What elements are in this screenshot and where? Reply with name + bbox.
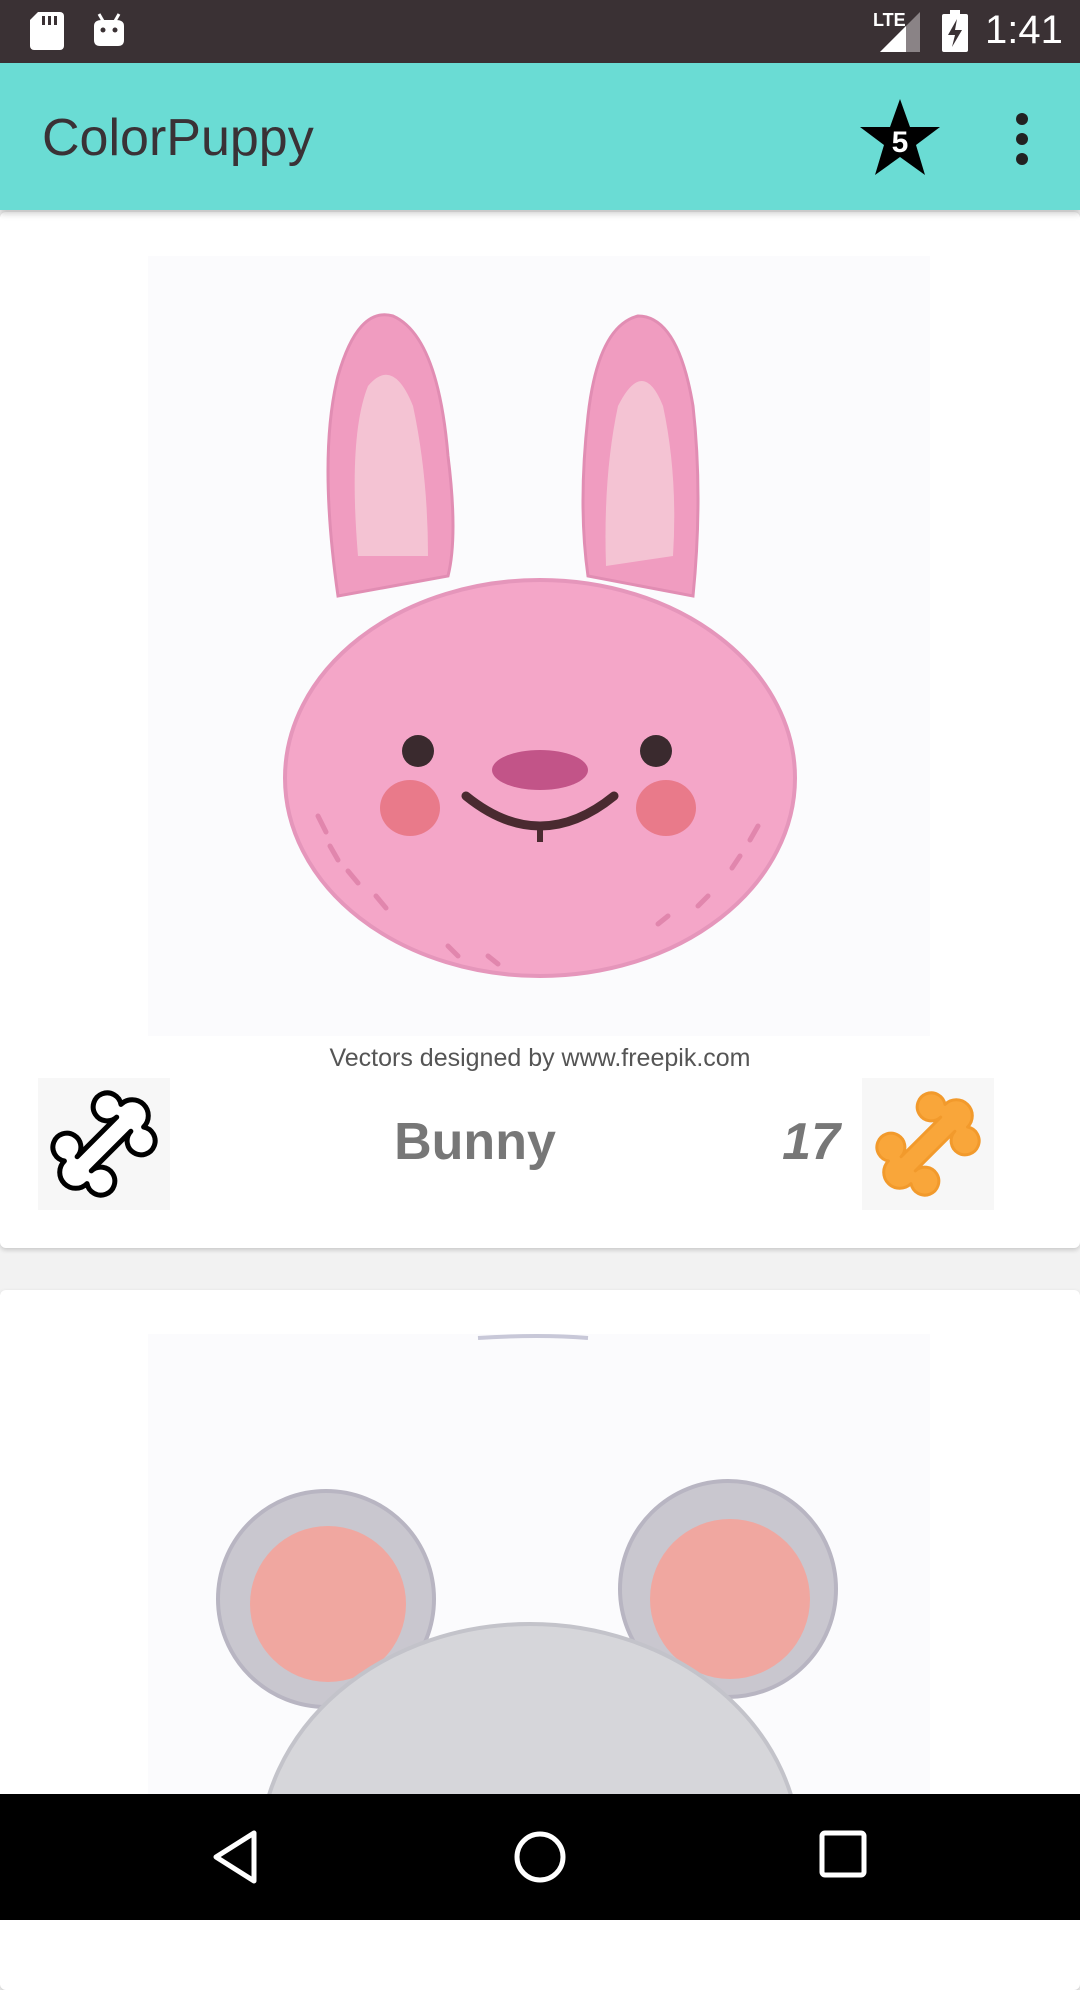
android-icon bbox=[94, 13, 124, 46]
image-credit: Vectors designed by www.freepik.com bbox=[329, 1044, 751, 1072]
clock: 1:41 bbox=[985, 8, 1063, 52]
bone-filled-button[interactable] bbox=[862, 1078, 994, 1210]
home-icon[interactable] bbox=[512, 1829, 568, 1885]
status-bar: LTE 1:41 bbox=[0, 0, 1080, 63]
bone-outline-icon bbox=[50, 1090, 158, 1198]
bone-outline-button[interactable] bbox=[38, 1078, 170, 1210]
bone-count: 17 bbox=[782, 1113, 840, 1171]
mouse-illustration bbox=[216, 1334, 838, 1990]
animal-image[interactable] bbox=[148, 1334, 930, 1990]
star-count: 5 bbox=[891, 126, 909, 159]
animal-card[interactable]: Vectors designed by www.freepik.com Bunn… bbox=[0, 212, 1080, 1248]
back-icon[interactable] bbox=[210, 1829, 260, 1885]
recents-icon[interactable] bbox=[818, 1829, 868, 1879]
bunny-illustration bbox=[283, 313, 797, 978]
app-bar: ColorPuppy 5 bbox=[0, 63, 1080, 210]
battery-charging-icon bbox=[942, 10, 968, 52]
navigation-bar bbox=[0, 1794, 1080, 1920]
app-title: ColorPuppy bbox=[42, 109, 314, 167]
bone-filled-icon bbox=[875, 1091, 981, 1197]
animal-name: Bunny bbox=[394, 1113, 556, 1171]
star-button[interactable]: 5 bbox=[858, 97, 942, 177]
more-vert-icon[interactable] bbox=[1002, 111, 1042, 167]
animal-image[interactable] bbox=[148, 256, 930, 1036]
sd-card-icon bbox=[30, 12, 64, 50]
signal-icon bbox=[880, 12, 920, 52]
